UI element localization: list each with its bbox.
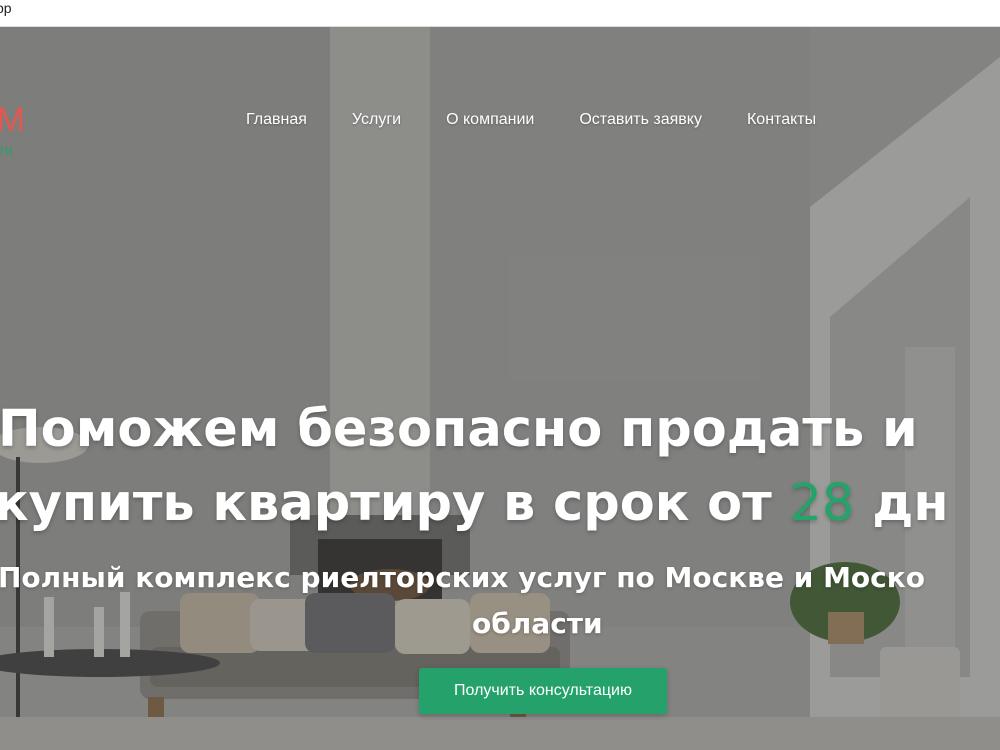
logo-subtitle: мости [0,142,13,158]
headline-line-2: купить квартиру в срок от 28 дн [0,467,949,541]
hero-headline: Поможем безопасно продать и купить кварт… [0,393,1000,533]
headline-line-2-suffix: дн [854,474,949,533]
site-logo[interactable]: УМ мости [0,101,26,158]
nav-item-contacts[interactable]: Контакты [747,111,816,129]
headline-line-2-prefix: купить квартиру в срок от [0,474,790,533]
main-navigation: Главная Услуги О компании Оставить заявк… [246,111,861,129]
browser-address-bar[interactable]: pp [0,0,1000,27]
hero-subheadline: Полный комплекс риелторских услуг по Мос… [0,555,1000,640]
subheadline-line-1: Полный комплекс риелторских услуг по Мос… [0,561,926,594]
get-consultation-button[interactable]: Получить консультацию [419,668,667,714]
subheadline-line-2: области [472,607,603,640]
hero-section: УМ мости Главная Услуги О компании Остав… [0,27,1000,750]
logo-text: УМ [0,101,26,139]
headline-line-1: Поможем безопасно продать и [0,400,918,459]
nav-item-services[interactable]: Услуги [352,111,401,129]
headline-days-accent: 28 [789,474,855,533]
nav-item-home[interactable]: Главная [246,111,307,129]
nav-item-about[interactable]: О компании [446,111,534,129]
url-text: pp [0,0,12,16]
nav-item-request[interactable]: Оставить заявку [579,111,702,129]
